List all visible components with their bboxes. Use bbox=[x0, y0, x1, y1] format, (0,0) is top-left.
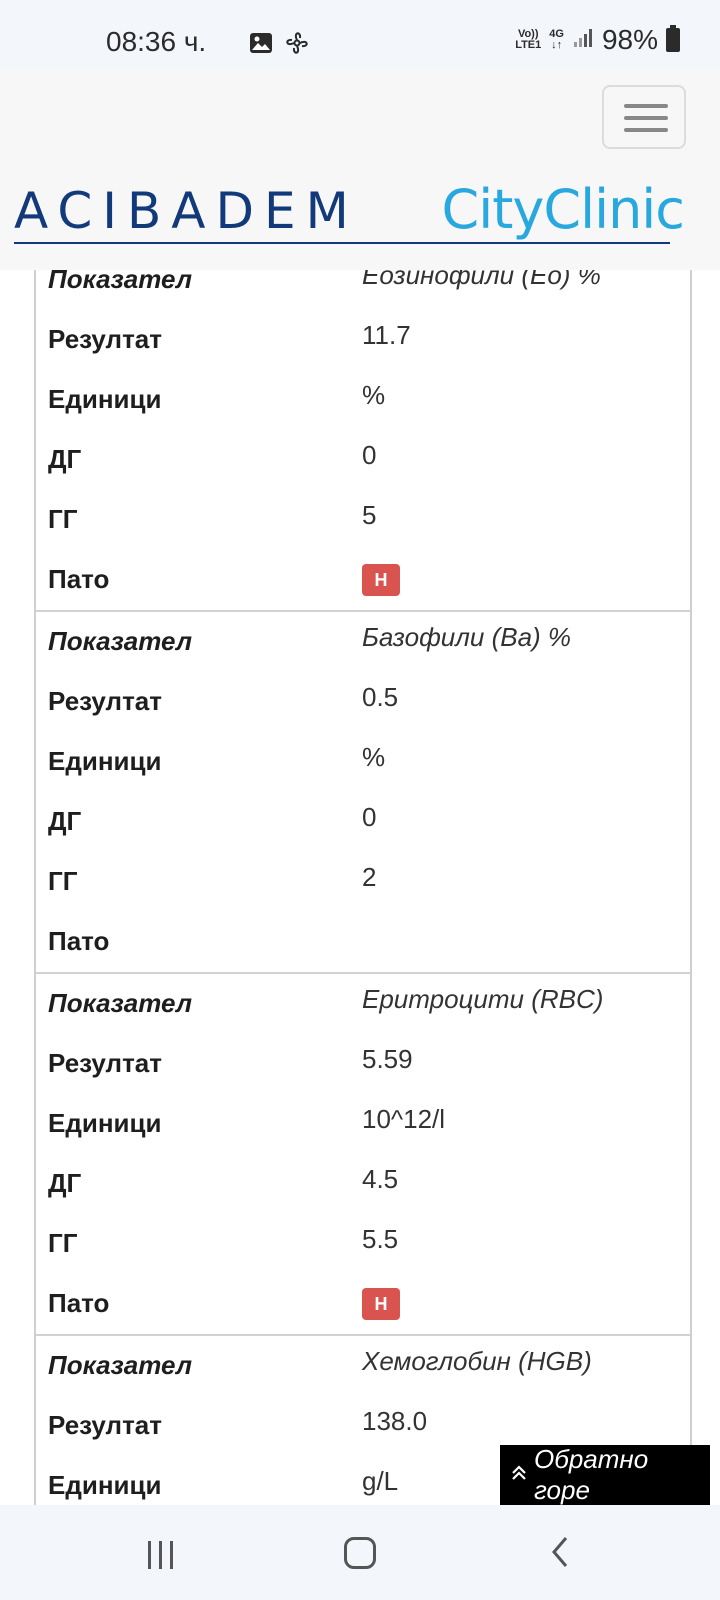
result-label: Резултат bbox=[48, 1410, 162, 1440]
status-bar: 08:36 ч. Vo)) LTE1 4G ↓↑ 98% bbox=[0, 0, 720, 70]
system-nav-bar bbox=[0, 1505, 720, 1600]
high-limit-value: 5 bbox=[362, 500, 377, 530]
high-limit-label: ГГ bbox=[48, 866, 78, 896]
result-value: 11.7 bbox=[362, 320, 411, 350]
gallery-icon bbox=[248, 30, 274, 56]
back-to-top-button[interactable]: Обратно горе bbox=[500, 1444, 710, 1505]
site-header: ACIBADEM CityClinic bbox=[0, 70, 720, 270]
indicator-value: Еритроцити (RBC) bbox=[362, 984, 604, 1014]
units-value: % bbox=[362, 742, 386, 772]
signal-icon bbox=[572, 27, 594, 54]
high-flag-badge: H bbox=[362, 1288, 400, 1320]
table-row: Единици % bbox=[36, 370, 690, 430]
units-label: Единици bbox=[48, 1470, 162, 1500]
indicator-label: Показател bbox=[48, 626, 192, 656]
low-limit-value: 4.5 bbox=[362, 1164, 399, 1194]
site-logo[interactable]: ACIBADEM CityClinic bbox=[14, 178, 685, 250]
result-label: Резултат bbox=[48, 686, 162, 716]
table-row: ДГ 0 bbox=[36, 792, 690, 852]
high-limit-label: ГГ bbox=[48, 1228, 78, 1258]
units-label: Единици bbox=[48, 1108, 162, 1138]
table-row: Пато bbox=[36, 912, 690, 972]
table-row: ГГ 2 bbox=[36, 852, 690, 912]
home-icon[interactable] bbox=[344, 1537, 376, 1569]
result-value: 138.0 bbox=[362, 1406, 428, 1436]
table-row: Резултат 11.7 bbox=[36, 310, 690, 370]
units-value: % bbox=[362, 380, 386, 410]
table-row: Пато H bbox=[36, 1274, 690, 1334]
high-limit-value: 5.5 bbox=[362, 1224, 399, 1254]
table-row: ДГ 4.5 bbox=[36, 1154, 690, 1214]
indicator-value: Хемоглобин (HGB) bbox=[362, 1346, 592, 1376]
result-block: Показател Базофили (Ba) % Резултат 0.5 Е… bbox=[36, 612, 690, 974]
patho-label: Пато bbox=[48, 1288, 110, 1318]
table-row: Показател Еритроцити (RBC) bbox=[36, 974, 690, 1034]
logo-acibadem: ACIBADEM bbox=[14, 182, 359, 240]
units-value: g/L bbox=[362, 1466, 399, 1496]
result-value: 0.5 bbox=[362, 682, 399, 712]
table-row: Показател Хемоглобин (HGB) bbox=[36, 1336, 690, 1396]
indicator-label: Показател bbox=[48, 988, 192, 1018]
low-limit-label: ДГ bbox=[48, 806, 82, 836]
patho-label: Пато bbox=[48, 926, 110, 956]
high-flag-badge: H bbox=[362, 564, 400, 596]
fan-icon bbox=[284, 30, 310, 56]
table-row: Показател Еозинофили (Eo) % bbox=[36, 270, 690, 310]
result-label: Резултат bbox=[48, 324, 162, 354]
low-limit-value: 0 bbox=[362, 802, 377, 832]
high-limit-label: ГГ bbox=[48, 504, 78, 534]
low-limit-value: 0 bbox=[362, 440, 377, 470]
table-row: ДГ 0 bbox=[36, 430, 690, 490]
result-label: Резултат bbox=[48, 1048, 162, 1078]
table-row: Единици % bbox=[36, 732, 690, 792]
results-table: Показател Еозинофили (Eo) % Резултат 11.… bbox=[34, 270, 692, 1505]
table-row: Резултат 0.5 bbox=[36, 672, 690, 732]
table-row: Резултат 5.59 bbox=[36, 1034, 690, 1094]
low-limit-label: ДГ bbox=[48, 444, 82, 474]
table-row: ГГ 5.5 bbox=[36, 1214, 690, 1274]
result-value: 5.59 bbox=[362, 1044, 413, 1074]
table-row: Показател Базофили (Ba) % bbox=[36, 612, 690, 672]
table-row: Пато H bbox=[36, 550, 690, 610]
volte-indicator: Vo)) LTE1 bbox=[515, 28, 542, 51]
indicator-value: Базофили (Ba) % bbox=[362, 622, 572, 652]
patho-label: Пато bbox=[48, 564, 110, 594]
units-label: Единици bbox=[48, 746, 162, 776]
logo-underline bbox=[14, 242, 670, 244]
low-limit-label: ДГ bbox=[48, 1168, 82, 1198]
battery-icon bbox=[666, 25, 680, 52]
result-block: Показател Еритроцити (RBC) Резултат 5.59… bbox=[36, 974, 690, 1336]
hamburger-menu-button[interactable] bbox=[602, 85, 686, 149]
menu-bar-icon bbox=[624, 128, 668, 132]
double-chevron-up-icon bbox=[510, 1462, 528, 1488]
indicator-value: Еозинофили (Eo) % bbox=[362, 270, 601, 290]
indicator-label: Показател bbox=[48, 270, 192, 294]
units-label: Единици bbox=[48, 384, 162, 414]
result-block: Показател Еозинофили (Eo) % Резултат 11.… bbox=[36, 270, 690, 612]
high-limit-value: 2 bbox=[362, 862, 377, 892]
network-indicator: 4G ↓↑ bbox=[549, 28, 564, 51]
table-row: Единици 10^12/l bbox=[36, 1094, 690, 1154]
indicator-label: Показател bbox=[48, 1350, 192, 1380]
units-value: 10^12/l bbox=[362, 1104, 446, 1134]
recent-apps-icon[interactable] bbox=[148, 1541, 173, 1569]
table-row: ГГ 5 bbox=[36, 490, 690, 550]
battery-percent: 98% bbox=[601, 24, 658, 55]
back-icon[interactable] bbox=[550, 1535, 570, 1569]
status-time: 08:36 ч. bbox=[106, 26, 207, 57]
menu-bar-icon bbox=[624, 116, 668, 120]
back-to-top-label: Обратно горе bbox=[534, 1444, 649, 1505]
logo-cityclinic: CityClinic bbox=[441, 178, 685, 241]
menu-bar-icon bbox=[624, 104, 668, 108]
